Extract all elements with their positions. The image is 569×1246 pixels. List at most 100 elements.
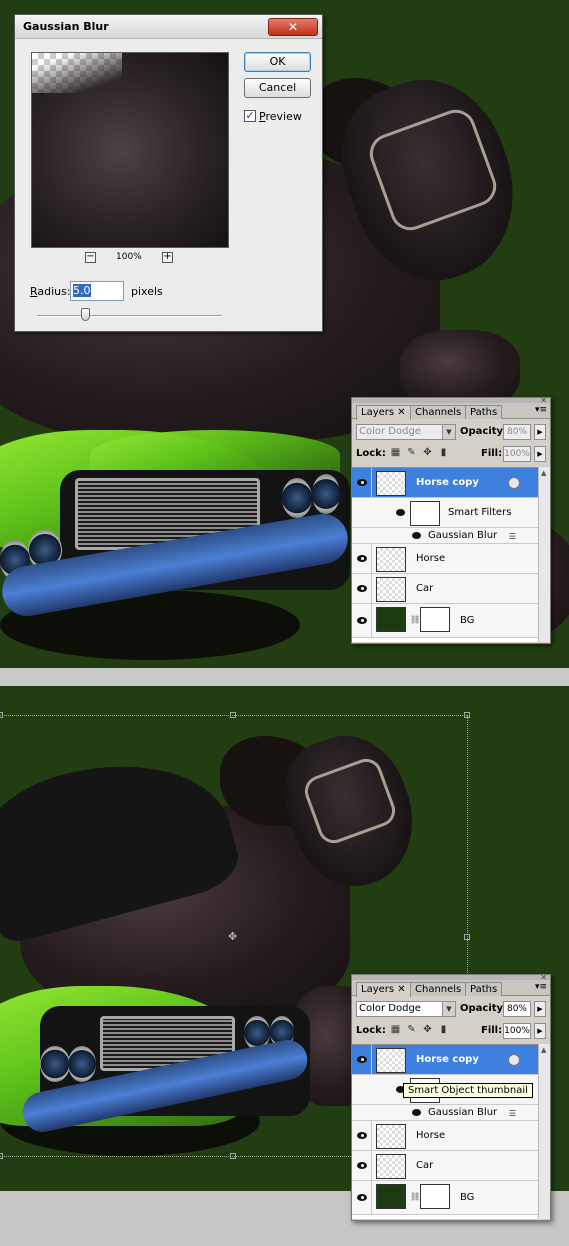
opacity-slider-button[interactable]: ▶: [534, 1001, 546, 1017]
tab-close-icon[interactable]: ✕: [397, 407, 405, 418]
tab-close-icon[interactable]: ✕: [397, 984, 405, 995]
smart-filter-badge-icon: [508, 476, 520, 489]
close-button[interactable]: ✕: [268, 18, 318, 36]
lock-move-icon[interactable]: ✥: [422, 1024, 433, 1035]
lock-transparent-icon[interactable]: ▦: [390, 1024, 401, 1035]
car-headlight-1: [40, 1046, 70, 1082]
eye-icon: [357, 1161, 367, 1169]
lock-paint-icon[interactable]: ✎: [406, 447, 417, 458]
zoom-in-button[interactable]: +: [162, 252, 173, 263]
layer-car[interactable]: Car: [352, 1151, 538, 1181]
transform-handle[interactable]: [230, 1153, 236, 1159]
layer-scrollbar[interactable]: ▲: [538, 467, 550, 642]
radius-slider-thumb[interactable]: [81, 308, 90, 321]
layer-mask-thumbnail[interactable]: [420, 1184, 450, 1209]
transform-handle[interactable]: [230, 712, 236, 718]
transform-handle[interactable]: [0, 1153, 3, 1159]
fill-input[interactable]: 100%: [503, 1023, 531, 1039]
lock-all-icon[interactable]: ▮: [438, 447, 449, 458]
lock-move-icon[interactable]: ✥: [422, 447, 433, 458]
tab-channels[interactable]: Channels: [410, 982, 467, 996]
layer-horse-copy[interactable]: Horse copy: [352, 1045, 538, 1075]
opacity-slider-button[interactable]: ▶: [534, 424, 546, 440]
filter-options-icon[interactable]: ☰: [509, 1109, 516, 1118]
cancel-button[interactable]: Cancel: [244, 78, 311, 98]
tab-paths[interactable]: Paths: [465, 982, 503, 996]
filter-options-icon[interactable]: ☰: [509, 532, 516, 541]
tab-channels[interactable]: Channels: [410, 405, 467, 419]
chain-icon[interactable]: ⛓: [410, 615, 420, 627]
tab-layers[interactable]: Layers ✕: [356, 982, 411, 997]
fill-label: Fill:: [481, 448, 503, 459]
preview-checkbox[interactable]: ✓: [244, 110, 256, 122]
lock-paint-icon[interactable]: ✎: [406, 1024, 417, 1035]
blend-mode-select[interactable]: Color Dodge ▼: [356, 1001, 456, 1017]
layer-bg[interactable]: ⛓ BG: [352, 1181, 538, 1215]
opacity-input[interactable]: 80%: [503, 1001, 531, 1017]
layer-thumbnail[interactable]: [376, 1184, 406, 1209]
layer-thumbnail[interactable]: [376, 1154, 406, 1179]
layer-thumbnail[interactable]: [376, 577, 406, 602]
layer-mask-thumbnail[interactable]: [420, 607, 450, 632]
eye-icon[interactable]: [412, 1108, 421, 1116]
scroll-up-icon[interactable]: ▲: [541, 469, 546, 477]
blend-mode-select[interactable]: Color Dodge ▼: [356, 424, 456, 440]
layer-thumbnail[interactable]: [376, 1124, 406, 1149]
transform-handle[interactable]: [0, 712, 3, 718]
eye-icon[interactable]: [412, 531, 421, 539]
smart-object-thumbnail[interactable]: [376, 1048, 406, 1073]
fill-slider-button[interactable]: ▶: [534, 1023, 546, 1039]
layer-name: BG: [460, 614, 475, 626]
radius-label-rest: adius:: [37, 285, 71, 298]
smart-filters-row[interactable]: Smart Filters: [352, 498, 538, 528]
layer-car[interactable]: Car: [352, 574, 538, 604]
opacity-input[interactable]: 80%: [503, 424, 531, 440]
radius-input[interactable]: 5.0: [70, 281, 124, 301]
transform-handle[interactable]: [464, 934, 470, 940]
layer-scrollbar[interactable]: ▲: [538, 1044, 550, 1219]
ok-button[interactable]: OK: [244, 52, 311, 72]
visibility-toggle[interactable]: [352, 1181, 372, 1214]
gaussian-blur-filter-row[interactable]: Gaussian Blur ☰: [352, 528, 538, 544]
panel-menu-icon[interactable]: ▾≡: [535, 982, 547, 992]
smart-filter-badge-icon: [508, 1053, 520, 1066]
layer-thumbnail[interactable]: [376, 607, 406, 632]
lock-label: Lock:: [356, 1025, 386, 1036]
tab-paths[interactable]: Paths: [465, 405, 503, 419]
fill-input[interactable]: 100%: [503, 446, 531, 462]
panel-menu-icon[interactable]: ▾≡: [535, 405, 547, 415]
visibility-toggle[interactable]: [352, 604, 372, 637]
zoom-out-button[interactable]: −: [85, 252, 96, 263]
radius-slider-track[interactable]: [37, 315, 222, 317]
layer-horse[interactable]: Horse: [352, 544, 538, 574]
layer-horse[interactable]: Horse: [352, 1121, 538, 1151]
visibility-toggle[interactable]: [352, 1151, 372, 1180]
visibility-toggle[interactable]: [352, 574, 372, 603]
scroll-up-icon[interactable]: ▲: [541, 1046, 546, 1054]
visibility-toggle[interactable]: [352, 1045, 372, 1074]
layer-list: Horse copy Smart Filters Gaussian Blur ☰…: [352, 467, 550, 642]
eye-icon[interactable]: [396, 508, 405, 516]
layer-horse-copy[interactable]: Horse copy: [352, 468, 538, 498]
visibility-toggle[interactable]: [352, 468, 372, 497]
tooltip: Smart Object thumbnail: [403, 1083, 533, 1098]
transform-handle[interactable]: [464, 712, 470, 718]
lock-transparent-icon[interactable]: ▦: [390, 447, 401, 458]
visibility-toggle[interactable]: [352, 1121, 372, 1150]
fill-slider-button[interactable]: ▶: [534, 446, 546, 462]
tab-layers-label: Layers: [361, 407, 395, 418]
layer-thumbnail[interactable]: [376, 547, 406, 572]
lock-all-icon[interactable]: ▮: [438, 1024, 449, 1035]
chain-icon[interactable]: ⛓: [410, 1192, 420, 1204]
eye-icon: [357, 1193, 367, 1201]
blur-preview[interactable]: [31, 52, 229, 248]
visibility-toggle[interactable]: [352, 544, 372, 573]
gaussian-blur-filter-row[interactable]: Gaussian Blur ☰: [352, 1105, 538, 1121]
transform-center-icon[interactable]: ✥: [228, 930, 237, 943]
blend-mode-value: Color Dodge: [359, 1003, 421, 1014]
smart-object-thumbnail[interactable]: [376, 471, 406, 496]
layer-bg[interactable]: ⛓ BG: [352, 604, 538, 638]
tab-layers-label: Layers: [361, 984, 395, 995]
tab-layers[interactable]: Layers ✕: [356, 405, 411, 420]
filter-mask-thumbnail[interactable]: [410, 501, 440, 526]
